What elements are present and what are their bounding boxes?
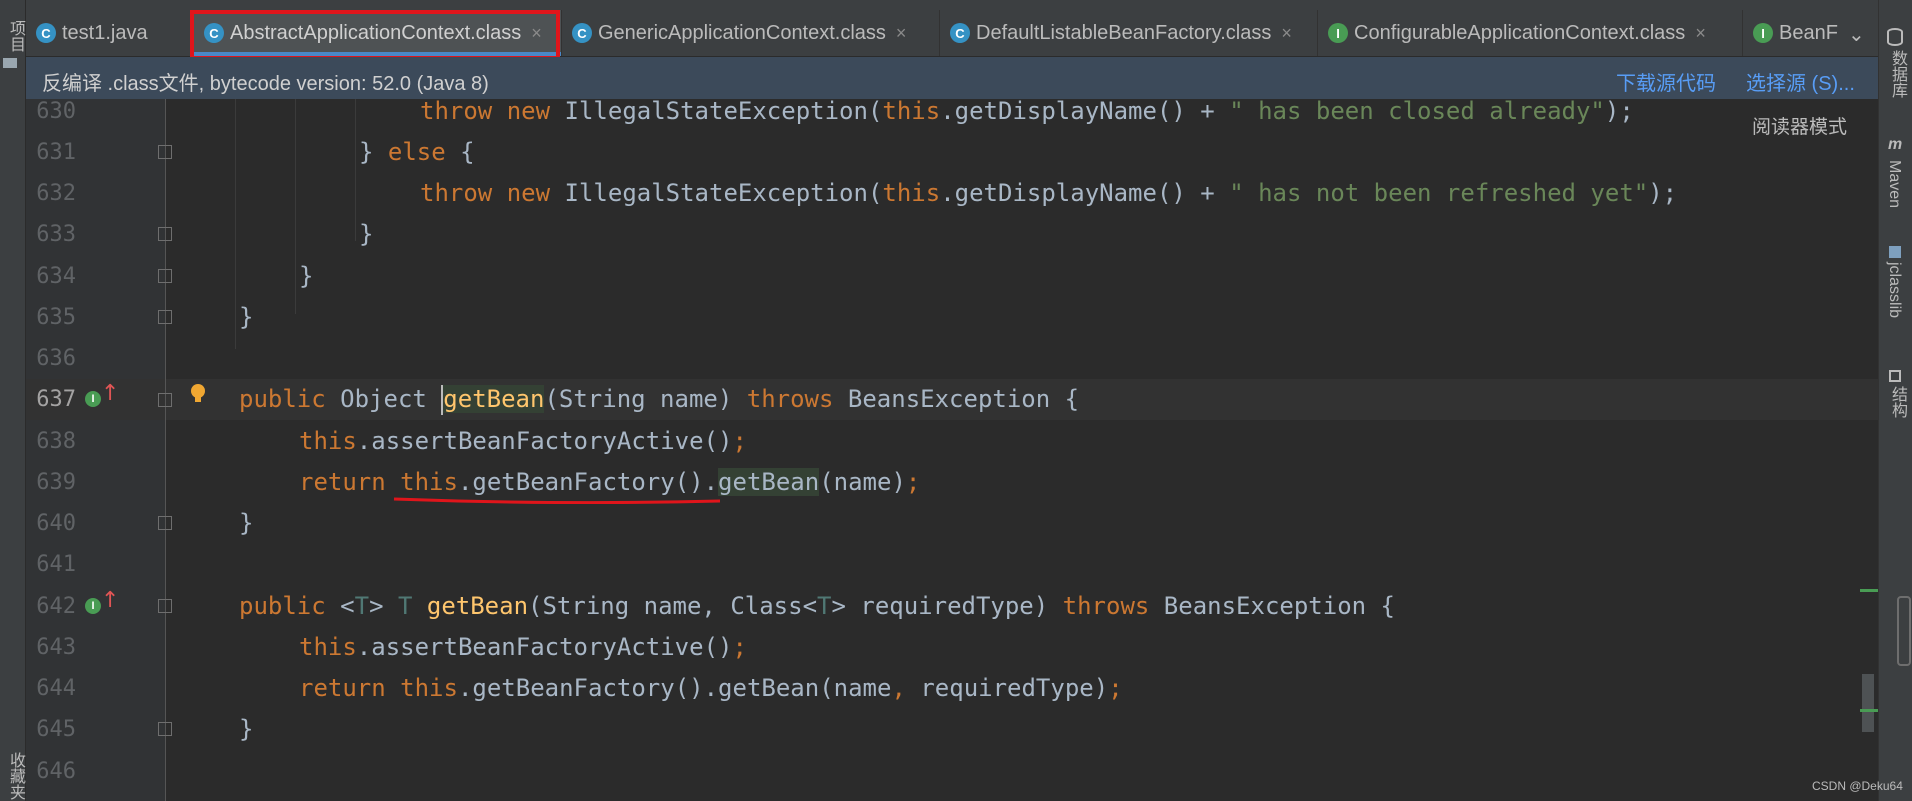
tab-label: AbstractApplicationContext.class [230, 21, 522, 44]
lightbulb-icon[interactable] [190, 383, 206, 405]
inspection-widget[interactable] [1897, 596, 1911, 666]
fold-marker[interactable] [158, 393, 172, 407]
code-line: throw new IllegalStateException(this.get… [420, 179, 1678, 207]
implements-icon[interactable]: I [85, 391, 101, 407]
fold-marker[interactable] [158, 145, 172, 159]
line-number: 634 [36, 264, 76, 289]
red-underline-annotation [393, 497, 721, 504]
tab-configurable-application-context[interactable]: I ConfigurableApplicationContext.class × [1318, 10, 1743, 56]
editor-tab-bar: C test1.java C AbstractApplicationContex… [26, 10, 1879, 56]
database-tool-tab[interactable]: 数据库 [1885, 50, 1909, 98]
close-icon[interactable]: × [896, 23, 907, 44]
project-tool-tab[interactable]: 项目 [3, 20, 27, 52]
fold-marker[interactable] [158, 599, 172, 613]
interface-file-icon: I [1328, 23, 1348, 43]
indent-guide [355, 99, 356, 241]
toolbar-remnant [26, 0, 1879, 10]
structure-tool-tab[interactable]: 结构 [1885, 386, 1909, 418]
gutter-separator [165, 99, 166, 801]
tab-abstract-application-context[interactable]: C AbstractApplicationContext.class × [194, 10, 562, 56]
class-file-icon: C [950, 23, 970, 43]
fold-marker[interactable] [158, 310, 172, 324]
watermark: CSDN @Deku64 [1812, 779, 1903, 793]
code-line: return this.getBeanFactory().getBean(nam… [299, 674, 1123, 702]
jclasslib-icon [1889, 246, 1901, 258]
java-class-icon: C [36, 23, 56, 43]
line-number: 635 [36, 305, 76, 330]
fold-marker[interactable] [158, 227, 172, 241]
database-icon [1887, 28, 1903, 46]
tab-test1-java[interactable]: C test1.java [26, 10, 194, 56]
folder-icon [3, 58, 17, 68]
code-line: this.assertBeanFactoryActive(); [299, 633, 747, 661]
choose-sources-link[interactable]: 选择源 (S)... [1746, 67, 1855, 96]
line-number: 643 [36, 635, 76, 660]
fold-marker[interactable] [158, 269, 172, 283]
code-line: } [239, 509, 254, 537]
code-line: throw new IllegalStateException(this.get… [420, 97, 1634, 125]
implements-icon[interactable]: I [85, 598, 101, 614]
reader-mode-toggle[interactable]: 阅读器模式 [1752, 112, 1847, 139]
line-number: 636 [36, 346, 76, 371]
tab-label: GenericApplicationContext.class [598, 21, 886, 44]
structure-icon [1889, 370, 1901, 382]
line-number: 639 [36, 470, 76, 495]
editor-scrollbar[interactable] [1860, 99, 1879, 801]
line-number: 637 [36, 387, 76, 412]
bookmarks-tool-tab[interactable]: 收藏夹 [3, 752, 27, 800]
close-icon[interactable]: × [1281, 23, 1292, 44]
left-tool-strip: 项目 收藏夹 [0, 0, 26, 801]
class-file-icon: C [572, 23, 592, 43]
scrollbar-thumb[interactable] [1862, 674, 1874, 732]
tab-label: test1.java [62, 21, 148, 44]
indent-guide [235, 99, 236, 349]
tab-label: BeanF [1779, 21, 1838, 44]
arrow-up-icon[interactable]: ↑ [101, 381, 119, 406]
tab-label: DefaultListableBeanFactory.class [976, 21, 1272, 44]
code-line: this.assertBeanFactoryActive(); [299, 427, 747, 455]
jclasslib-tool-tab[interactable]: jclasslib [1885, 262, 1903, 318]
code-line: public <T> T getBean(String name, Class<… [239, 592, 1395, 620]
code-line: } [299, 262, 314, 290]
code-line: } [359, 220, 374, 248]
indent-guide [295, 99, 296, 314]
change-marker [1860, 589, 1879, 592]
line-number: 646 [36, 759, 76, 784]
maven-icon: m [1888, 136, 1903, 153]
close-icon[interactable]: × [531, 23, 542, 44]
fold-marker[interactable] [158, 516, 172, 530]
line-number: 638 [36, 429, 76, 454]
line-number: 644 [36, 676, 76, 701]
arrow-up-icon[interactable]: ↑ [101, 588, 119, 613]
code-line: } [239, 303, 254, 331]
chevron-down-icon[interactable]: ⌄ [1848, 22, 1865, 47]
code-line: } else { [359, 138, 475, 166]
line-number: 632 [36, 181, 76, 206]
maven-tool-tab[interactable]: Maven [1885, 160, 1903, 208]
line-number: 645 [36, 717, 76, 742]
change-marker [1860, 709, 1879, 712]
class-file-icon: C [204, 23, 224, 43]
tab-generic-application-context[interactable]: C GenericApplicationContext.class × [562, 10, 940, 56]
line-number: 640 [36, 511, 76, 536]
line-number: 631 [36, 140, 76, 165]
code-line: } [239, 715, 254, 743]
interface-file-icon: I [1753, 23, 1773, 43]
line-number: 642 [36, 594, 76, 619]
line-number: 630 [36, 99, 76, 124]
code-line: public Object getBean(String name) throw… [239, 385, 1080, 415]
close-icon[interactable]: × [1695, 23, 1706, 44]
tab-default-listable-bean-factory[interactable]: C DefaultListableBeanFactory.class × [940, 10, 1318, 56]
fold-marker[interactable] [158, 722, 172, 736]
tab-label: ConfigurableApplicationContext.class [1354, 21, 1686, 44]
line-number: 641 [36, 552, 76, 577]
right-tool-strip: 数据库 m Maven jclasslib 结构 [1878, 0, 1912, 801]
tab-bean-factory[interactable]: I BeanF [1743, 10, 1853, 56]
line-number: 633 [36, 222, 76, 247]
